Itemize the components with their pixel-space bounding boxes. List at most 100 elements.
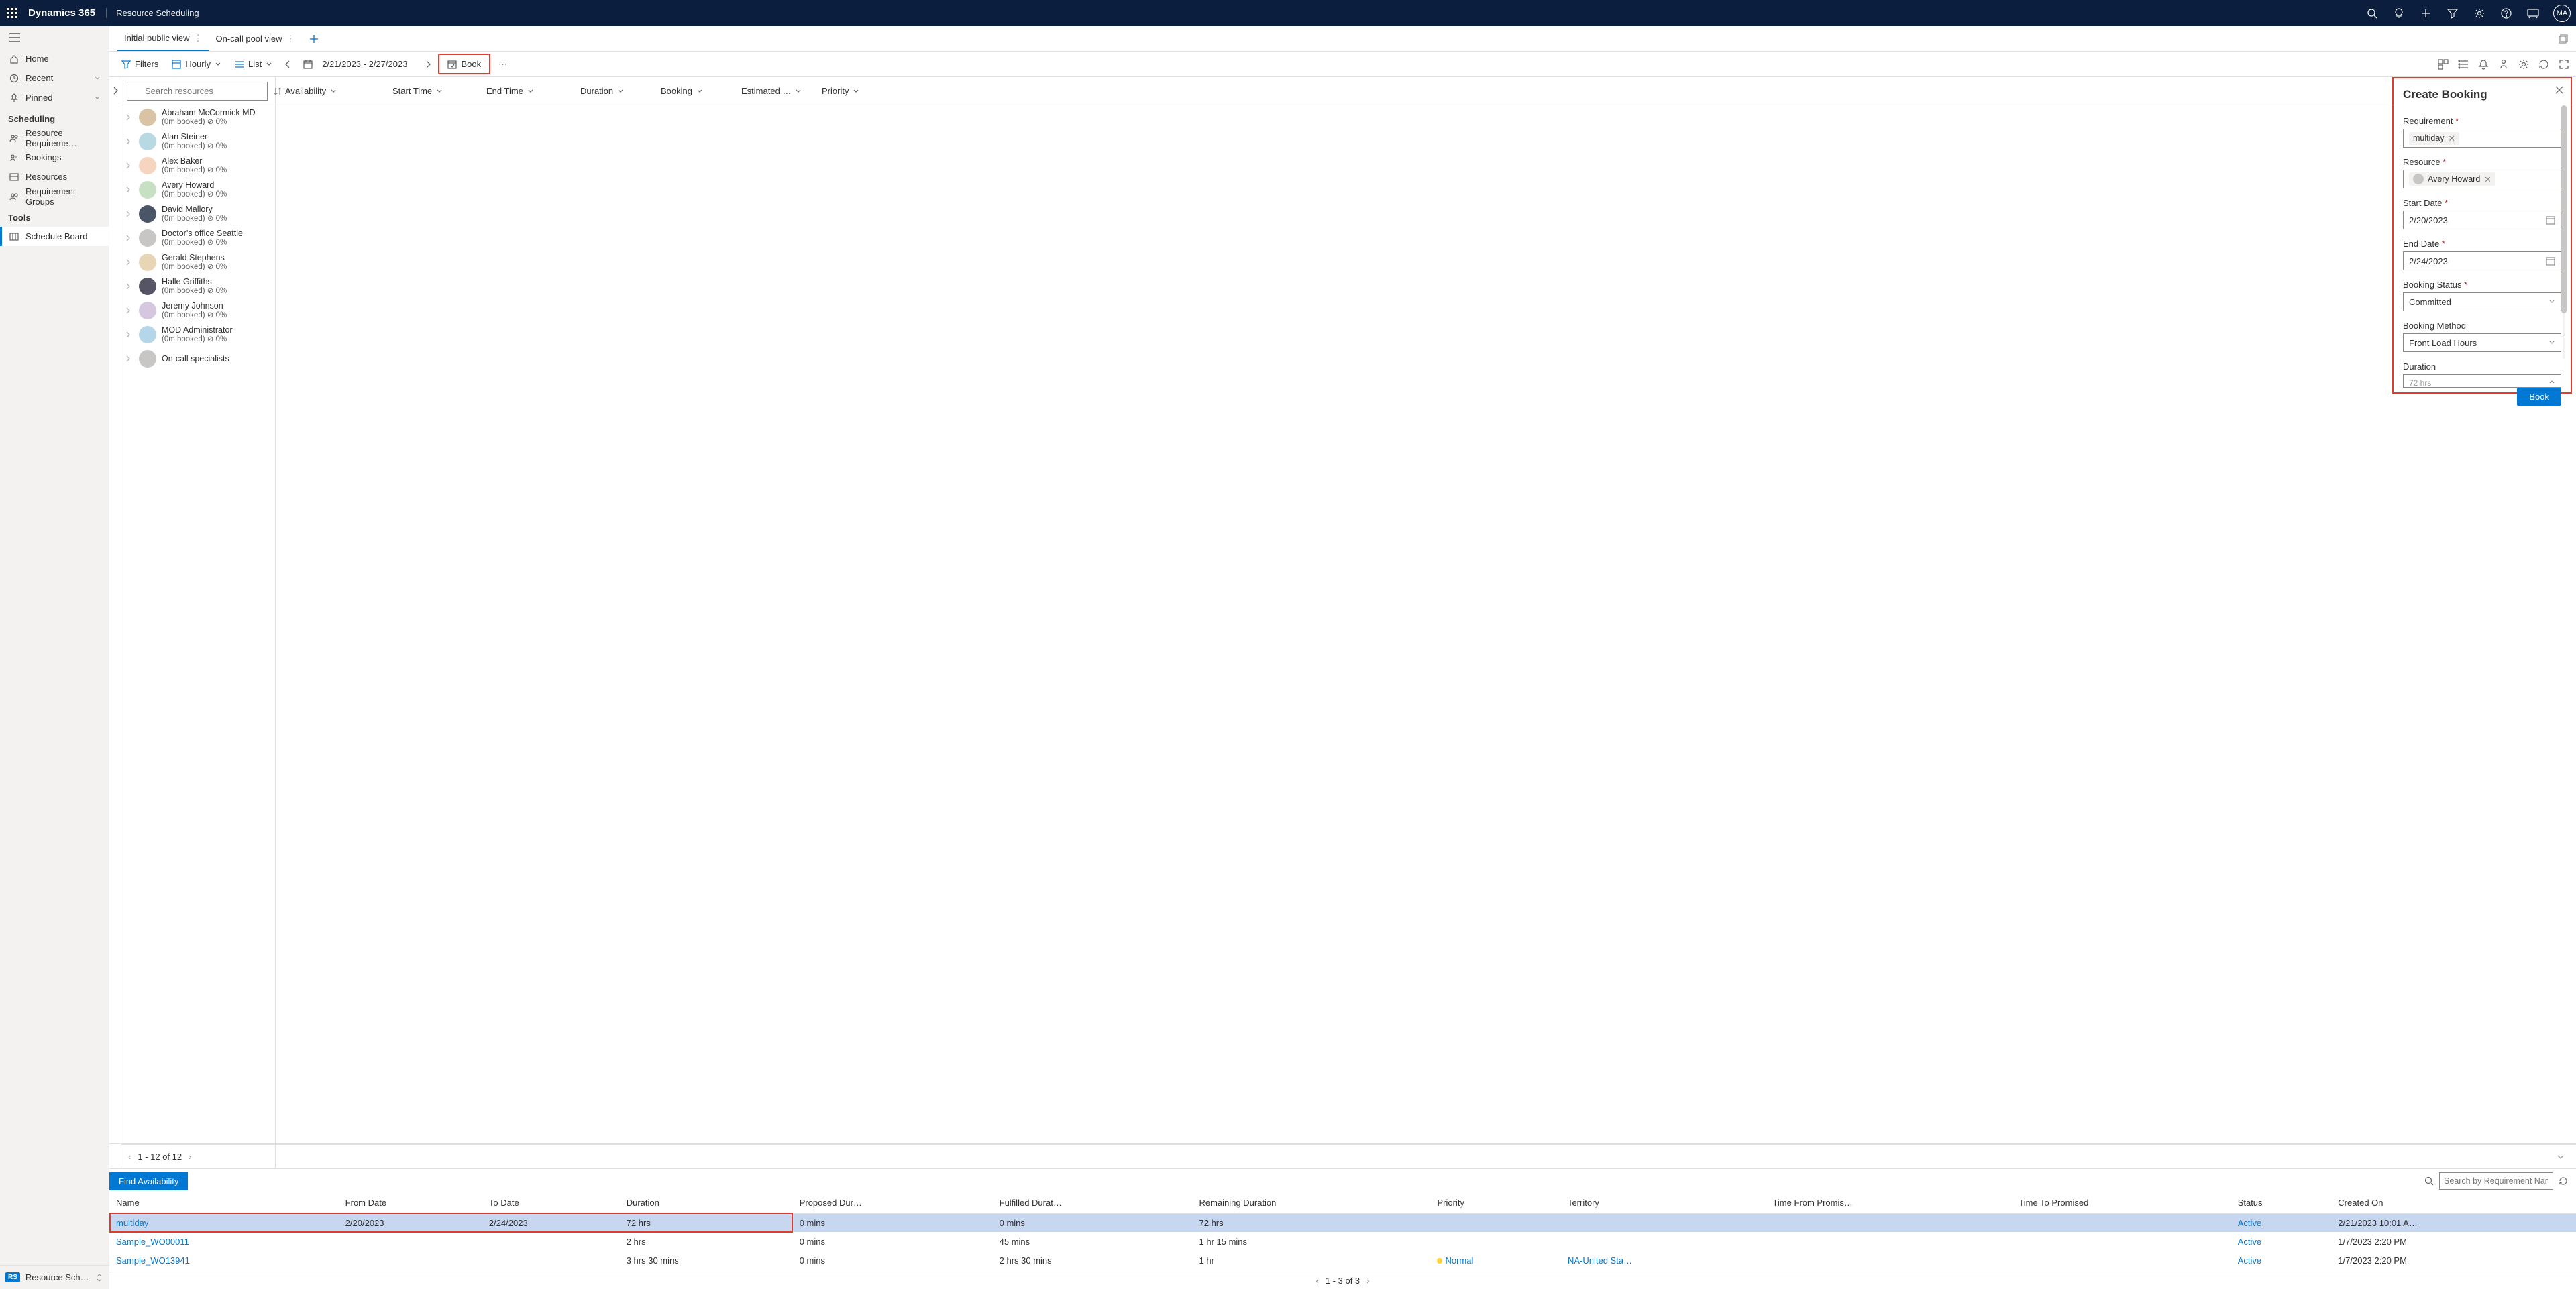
hamburger-icon[interactable] bbox=[0, 26, 109, 49]
req-column-header[interactable]: From Date bbox=[339, 1193, 482, 1213]
resource-row[interactable]: On-call specialists bbox=[121, 347, 275, 371]
expand-icon[interactable] bbox=[125, 355, 133, 362]
req-column-header[interactable]: Status bbox=[2231, 1193, 2332, 1213]
collapse-panel-icon[interactable] bbox=[112, 87, 119, 95]
tab-menu-icon[interactable]: ⋮ bbox=[286, 34, 295, 44]
booking-method-select[interactable]: Front Load Hours bbox=[2403, 333, 2561, 352]
view-tab[interactable]: On-call pool view⋮ bbox=[209, 26, 302, 51]
filters-button[interactable]: Filters bbox=[116, 56, 164, 72]
resource-row[interactable]: Gerald Stephens(0m booked) ⊘ 0% bbox=[121, 250, 275, 274]
help-icon[interactable] bbox=[2500, 7, 2513, 20]
prev-page-icon[interactable]: ‹ bbox=[128, 1152, 131, 1162]
resource-row[interactable]: Doctor's office Seattle(0m booked) ⊘ 0% bbox=[121, 226, 275, 250]
requirement-row[interactable]: Sample_WO139413 hrs 30 mins0 mins2 hrs 3… bbox=[109, 1251, 2576, 1270]
requirement-row[interactable]: multiday2/20/20232/24/202372 hrs0 mins0 … bbox=[109, 1213, 2576, 1232]
duration-input[interactable]: 72 hrs bbox=[2403, 374, 2561, 388]
bell-icon[interactable] bbox=[2478, 59, 2489, 70]
req-column-header[interactable]: Name bbox=[109, 1193, 339, 1213]
listview-icon[interactable] bbox=[2458, 59, 2469, 70]
next-page-icon[interactable]: › bbox=[1366, 1276, 1369, 1286]
column-header[interactable]: Start Time bbox=[386, 86, 480, 96]
search-resources-input[interactable] bbox=[127, 82, 268, 101]
req-column-header[interactable]: Created On bbox=[2331, 1193, 2576, 1213]
refresh-icon[interactable] bbox=[2538, 59, 2549, 70]
view-tab[interactable]: Initial public view⋮ bbox=[117, 26, 209, 51]
req-name-link[interactable]: Sample_WO13941 bbox=[116, 1255, 190, 1266]
req-name-link[interactable]: multiday bbox=[116, 1218, 148, 1228]
column-header[interactable]: Priority bbox=[815, 86, 882, 96]
req-column-header[interactable]: Priority bbox=[1430, 1193, 1560, 1213]
req-column-header[interactable]: Proposed Dur… bbox=[793, 1193, 993, 1213]
booking-status-select[interactable]: Committed bbox=[2403, 292, 2561, 311]
refresh-icon[interactable] bbox=[2559, 1176, 2568, 1186]
popout-icon[interactable] bbox=[2559, 34, 2568, 44]
settings-icon[interactable] bbox=[2518, 59, 2529, 70]
resource-row[interactable]: Alex Baker(0m booked) ⊘ 0% bbox=[121, 154, 275, 178]
gear-icon[interactable] bbox=[2473, 7, 2486, 20]
prev-page-icon[interactable]: ‹ bbox=[1316, 1276, 1319, 1286]
resource-row[interactable]: Alan Steiner(0m booked) ⊘ 0% bbox=[121, 129, 275, 154]
column-header[interactable]: Estimated … bbox=[735, 86, 815, 96]
nav-item-bookings[interactable]: Bookings bbox=[0, 148, 109, 167]
expand-icon[interactable] bbox=[125, 162, 133, 169]
status-link[interactable]: Active bbox=[2238, 1237, 2261, 1247]
resource-row[interactable]: Halle Griffiths(0m booked) ⊘ 0% bbox=[121, 274, 275, 298]
filter-icon[interactable] bbox=[2446, 7, 2459, 20]
more-actions-button[interactable]: ⋯ bbox=[493, 56, 513, 72]
viewmode-dropdown[interactable]: List bbox=[229, 56, 278, 72]
next-range-button[interactable] bbox=[421, 58, 435, 71]
plus-icon[interactable] bbox=[2419, 7, 2432, 20]
nav-item-schedule-board[interactable]: Schedule Board bbox=[0, 227, 109, 246]
resource-input[interactable]: Avery Howard✕ bbox=[2403, 170, 2561, 188]
expand-icon[interactable] bbox=[125, 211, 133, 217]
req-column-header[interactable]: Remaining Duration bbox=[1193, 1193, 1431, 1213]
status-link[interactable]: Active bbox=[2238, 1218, 2261, 1228]
tab-menu-icon[interactable]: ⋮ bbox=[194, 33, 203, 44]
date-range-picker[interactable]: 2/21/2023 - 2/27/2023 bbox=[298, 56, 418, 72]
calendar-icon[interactable] bbox=[2546, 215, 2555, 225]
nav-item-requirement-groups[interactable]: Requirement Groups bbox=[0, 186, 109, 206]
territory-link[interactable]: NA-United Sta… bbox=[1568, 1255, 1632, 1266]
expand-icon[interactable] bbox=[125, 259, 133, 266]
status-link[interactable]: Active bbox=[2238, 1255, 2261, 1266]
req-name-link[interactable]: Sample_WO00011 bbox=[116, 1237, 189, 1247]
req-column-header[interactable]: Fulfilled Durat… bbox=[993, 1193, 1193, 1213]
chevron-up-icon[interactable] bbox=[2548, 378, 2555, 385]
search-requirements-input[interactable] bbox=[2439, 1172, 2553, 1190]
column-header[interactable]: Booking bbox=[654, 86, 735, 96]
sort-icon[interactable] bbox=[273, 87, 282, 96]
book-button[interactable]: Book bbox=[442, 56, 486, 72]
resource-row[interactable]: Jeremy Johnson(0m booked) ⊘ 0% bbox=[121, 298, 275, 323]
column-header[interactable]: End Time bbox=[480, 86, 574, 96]
requirement-row[interactable]: Sample_WO000112 hrs0 mins45 mins1 hr 15 … bbox=[109, 1232, 2576, 1251]
search-icon[interactable] bbox=[2424, 1176, 2434, 1186]
remove-chip-icon[interactable]: ✕ bbox=[2484, 174, 2491, 184]
expand-icon[interactable] bbox=[125, 283, 133, 290]
prev-range-button[interactable] bbox=[280, 58, 295, 71]
req-column-header[interactable]: Territory bbox=[1561, 1193, 1766, 1213]
next-page-icon[interactable]: › bbox=[189, 1152, 191, 1162]
search-icon[interactable] bbox=[2365, 7, 2379, 20]
req-column-header[interactable]: Time From Promis… bbox=[1766, 1193, 2012, 1213]
map-icon[interactable] bbox=[2498, 59, 2509, 70]
calendar-icon[interactable] bbox=[2546, 256, 2555, 266]
find-availability-button[interactable]: Find Availability bbox=[109, 1172, 188, 1190]
nav-item-resources[interactable]: Resources bbox=[0, 167, 109, 186]
nav-item-recent[interactable]: Recent bbox=[0, 68, 109, 88]
nav-area-switcher[interactable]: RS Resource Schedul… bbox=[0, 1265, 109, 1289]
lightbulb-icon[interactable] bbox=[2392, 7, 2406, 20]
end-date-input[interactable]: 2/24/2023 bbox=[2403, 251, 2561, 270]
nav-item-resource-requireme-[interactable]: Resource Requireme… bbox=[0, 128, 109, 148]
resource-row[interactable]: MOD Administrator(0m booked) ⊘ 0% bbox=[121, 323, 275, 347]
resource-row[interactable]: David Mallory(0m booked) ⊘ 0% bbox=[121, 202, 275, 226]
user-avatar[interactable]: MA bbox=[2553, 5, 2571, 22]
expand-icon[interactable] bbox=[125, 138, 133, 145]
expand-icon[interactable] bbox=[125, 307, 133, 314]
column-header[interactable]: Duration bbox=[574, 86, 654, 96]
expand-icon[interactable] bbox=[125, 114, 133, 121]
expand-icon[interactable] bbox=[125, 235, 133, 241]
book-submit-button[interactable]: Book bbox=[2517, 388, 2561, 406]
remove-chip-icon[interactable]: ✕ bbox=[2449, 133, 2455, 144]
column-header[interactable]: Availability bbox=[278, 86, 386, 96]
panel-scrollbar[interactable] bbox=[2560, 105, 2568, 359]
